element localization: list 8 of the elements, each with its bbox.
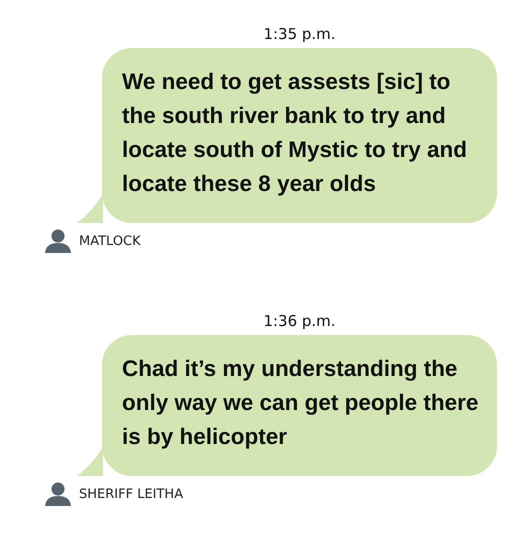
timestamp: 1:36 p.m. [263,311,336,331]
person-icon [45,229,71,253]
sender-name: SHERIFF LEITHA [79,486,184,502]
message-text: We need to get assests [sic] to the south river bank to try and locate south of Mystic to try and locate these 8 year olds [122,68,468,198]
message-text: Chad it’s my understanding the only way we can get people there is by helicopter [122,355,480,451]
person-icon [45,482,71,506]
sender-name: MATLOCK [79,234,141,248]
timestamp: 1:35 p.m. [263,24,336,44]
